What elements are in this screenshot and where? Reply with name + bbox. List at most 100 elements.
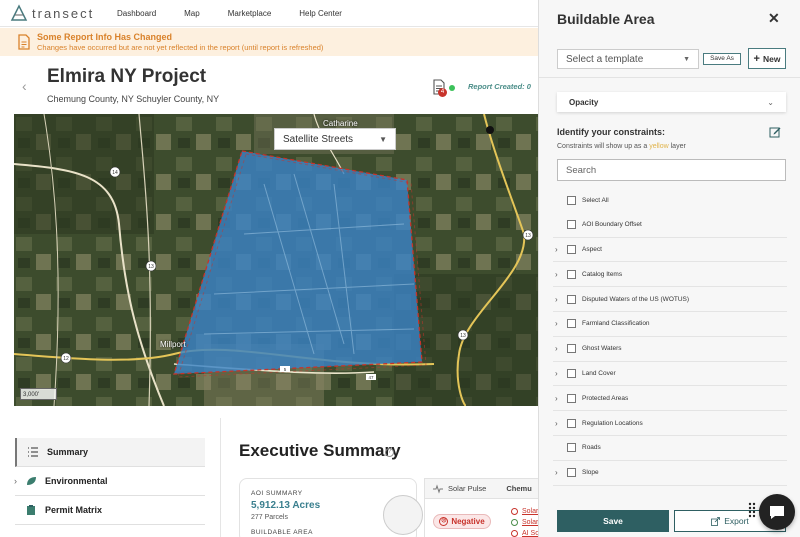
document-warning-icon [18,34,30,50]
solar-link[interactable]: Solar [511,506,539,517]
report-sidenav: Summary › Environmental Permit Matrix [14,438,205,525]
constraint-label: Protected Areas [582,394,629,402]
chat-button[interactable] [759,494,795,530]
constraint-item[interactable]: › Protected Areas [553,386,787,412]
svg-text:13: 13 [148,264,154,270]
constraint-label: Ghost Waters [582,345,622,353]
nav-link-marketplace[interactable]: Marketplace [228,9,272,18]
logo[interactable]: transect [10,4,110,22]
save-as-button[interactable]: Save As [703,53,741,65]
buildable-area-panel: Buildable Area ✕ Select a template ▼ Sav… [538,0,800,537]
identify-constraints-title: Identify your constraints: [557,127,666,137]
chevron-right-icon[interactable]: › [555,344,558,353]
constraint-item[interactable]: › Disputed Waters of the US (WOTUS) [553,287,787,312]
solar-link[interactable]: AI So [511,528,539,537]
aoi-parcels: 277 Parcels [251,514,288,521]
drag-handle-icon[interactable] [748,502,756,518]
map-scale: 3,000' [20,388,57,400]
checkbox[interactable] [567,344,576,354]
solar-link[interactable]: Solar [511,517,539,528]
nav-links: Dashboard Map Marketplace Help Center [117,9,370,18]
report-changed-banner: Some Report Info Has Changed Changes hav… [0,28,538,56]
checkbox[interactable] [567,294,576,304]
constraint-item[interactable]: › Ghost Waters [553,337,787,362]
back-chevron-icon[interactable]: ‹ [22,78,27,94]
plus-icon: + [753,52,760,65]
checkbox[interactable] [567,418,576,428]
report-created-label: Report Created: 0 [468,82,531,91]
constraint-item[interactable]: › Slope [553,461,787,486]
constraint-label: Land Cover [582,369,616,377]
identify-constraints-subtitle: Constraints will show up as a yellow lay… [557,143,686,150]
constraint-label: Slope [582,469,599,477]
new-template-button[interactable]: + New [748,48,786,69]
opacity-accordion[interactable]: Opacity ⌄ [557,92,786,112]
close-icon[interactable]: ✕ [768,10,780,27]
edit-icon[interactable] [769,126,781,138]
solar-link-label: Solar [522,508,539,515]
solar-pulse-card: Solar Pulse Chemu ☹ Negative Solar Solar… [424,478,554,537]
constraint-item[interactable]: › Regulation Locations [553,411,787,436]
buildable-area-label: BUILDABLE AREA [251,529,313,536]
checkbox[interactable] [567,319,576,329]
subtitle-text: layer [670,143,686,150]
svg-text:47: 47 [368,375,374,380]
constraint-item[interactable]: Roads [553,436,787,461]
chevron-down-icon: ▼ [379,134,387,144]
chevron-right-icon[interactable]: › [555,319,558,328]
status-icon [511,530,518,537]
chevron-right-icon[interactable]: › [555,468,558,477]
solar-pulse-title: Solar Pulse [448,484,487,493]
constraint-item[interactable]: › Aspect [553,238,787,263]
constraint-label: Catalog Items [582,270,623,278]
nav-link-dashboard[interactable]: Dashboard [117,9,156,18]
map-view[interactable]: 14 13 13 13 12 5 47 [14,114,538,406]
constraint-item[interactable]: › Catalog Items [553,262,787,288]
checkbox[interactable] [567,443,576,453]
new-label: New [762,53,781,64]
checkbox[interactable] [567,195,576,205]
checkbox[interactable] [567,393,576,403]
chevron-down-icon: ⌄ [767,97,774,107]
constraint-item[interactable]: AOI Boundary Offset [553,213,787,238]
constraint-item[interactable]: › Farmland Classification [553,312,787,337]
nav-link-help-center[interactable]: Help Center [299,9,342,18]
save-button[interactable]: Save [557,510,669,532]
sidenav-item-summary[interactable]: Summary [15,438,205,467]
chevron-right-icon[interactable]: › [555,394,558,403]
help-icon[interactable]: ? [385,448,394,457]
divider [220,418,221,537]
chevron-right-icon[interactable]: › [555,419,558,428]
map-style-select[interactable]: Satellite Streets ▼ [274,128,396,150]
sidenav-item-permit-matrix[interactable]: Permit Matrix [15,496,205,525]
chevron-right-icon[interactable]: › [555,295,558,304]
constraint-label: Aspect [582,245,602,253]
satellite-map[interactable]: 14 13 13 13 12 5 47 [14,114,538,406]
opacity-label: Opacity [569,97,599,107]
constraint-label: Farmland Classification [582,320,650,328]
checkbox[interactable] [567,468,576,478]
chevron-right-icon[interactable]: › [555,245,558,254]
checkbox[interactable] [567,269,576,279]
negative-rating-badge: ☹ Negative [433,514,491,529]
status-icon [511,508,518,515]
aoi-summary-label: AOI SUMMARY [251,490,303,497]
svg-text:13: 13 [525,233,531,239]
nav-link-map[interactable]: Map [184,9,200,18]
constraint-select-all[interactable]: Select All [553,188,787,213]
svg-text:13: 13 [460,333,466,339]
sidenav-item-environmental[interactable]: › Environmental [14,467,205,496]
constraint-item[interactable]: › Land Cover [553,362,787,387]
constraint-label: Roads [582,444,601,452]
solar-column-header: Chemu [506,484,532,493]
leaf-icon [27,477,36,485]
checkbox[interactable] [567,244,576,254]
constraint-search-input[interactable]: Search [557,159,786,181]
checkbox[interactable] [567,220,576,230]
checkbox[interactable] [567,368,576,378]
chevron-right-icon[interactable]: › [555,270,558,279]
chevron-right-icon[interactable]: › [555,369,558,378]
map-style-value: Satellite Streets [283,133,354,145]
template-select[interactable]: Select a template ▼ [557,49,699,69]
constraint-label: Regulation Locations [582,419,643,427]
